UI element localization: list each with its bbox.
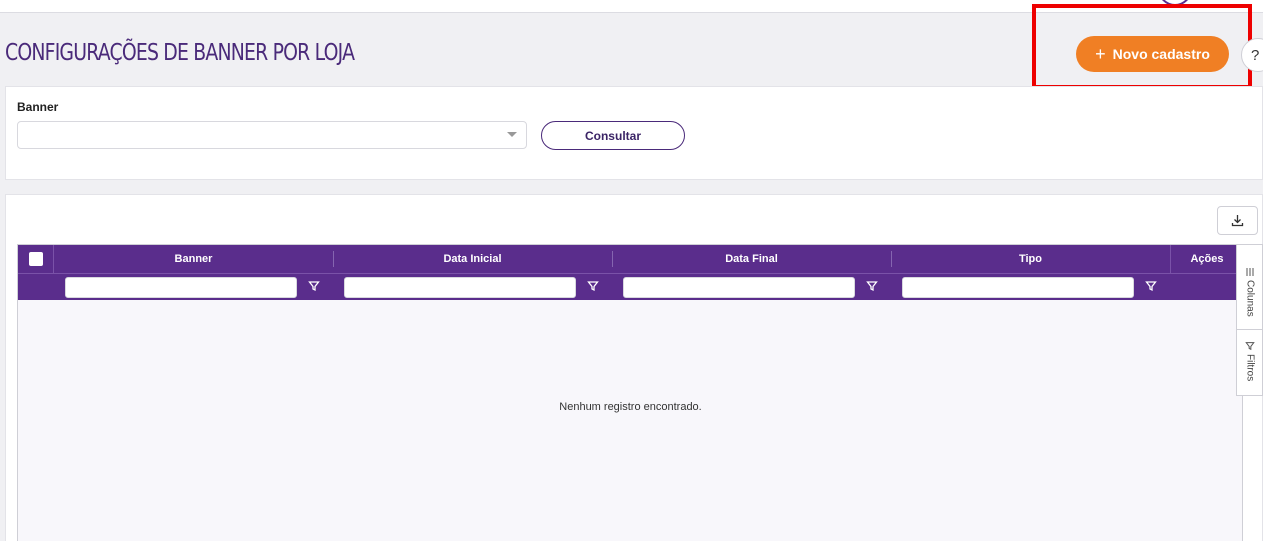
- download-button[interactable]: [1217, 206, 1258, 235]
- filters-tab-label: Filtros: [1244, 354, 1256, 382]
- data-inicial-column-filter-input[interactable]: [344, 277, 576, 298]
- column-header-acoes: Ações: [1190, 253, 1224, 265]
- download-icon: [1231, 215, 1244, 227]
- tipo-column-filter-input[interactable]: [902, 277, 1134, 298]
- columns-tab-label: Colunas: [1244, 280, 1256, 317]
- consult-button[interactable]: Consultar: [541, 121, 685, 150]
- grid-header-row: Banner Data Inicial Data Final Tipo Açõe…: [18, 245, 1243, 300]
- plus-icon: +: [1095, 44, 1106, 64]
- grid-filter-row: [18, 273, 1243, 300]
- data-final-column-filter-input[interactable]: [623, 277, 855, 298]
- new-record-button[interactable]: + Novo cadastro: [1076, 36, 1229, 72]
- help-icon: ?: [1251, 46, 1260, 64]
- select-all-checkbox[interactable]: [29, 252, 43, 266]
- filter-panel: Banner Consultar: [5, 86, 1263, 180]
- empty-message: Nenhum registro encontrado.: [559, 401, 702, 413]
- page-title: CONFIGURAÇÕES DE BANNER POR LOJA: [5, 40, 355, 66]
- columns-icon: [1246, 268, 1254, 276]
- grid-panel: Banner Data Inicial Data Final Tipo Açõe…: [5, 194, 1263, 541]
- column-header-data-final[interactable]: Data Final: [612, 245, 891, 273]
- new-record-label: Novo cadastro: [1112, 46, 1210, 62]
- side-tool-panel: Colunas Filtros: [1236, 244, 1263, 396]
- filter-icon[interactable]: [1145, 280, 1157, 292]
- banner-column-filter-input[interactable]: [65, 277, 297, 298]
- filter-icon: [1245, 342, 1255, 351]
- banner-filter-label: Banner: [17, 100, 59, 114]
- columns-tab[interactable]: Colunas: [1237, 267, 1263, 317]
- column-header-data-inicial[interactable]: Data Inicial: [333, 245, 612, 273]
- filters-tab[interactable]: Filtros: [1237, 341, 1263, 381]
- filter-icon[interactable]: [308, 280, 320, 292]
- column-header-banner[interactable]: Banner: [54, 245, 333, 273]
- chevron-down-icon: [507, 132, 517, 137]
- filter-icon[interactable]: [587, 280, 599, 292]
- side-tab-divider: [1237, 329, 1263, 330]
- data-grid: Banner Data Inicial Data Final Tipo Açõe…: [17, 244, 1243, 541]
- banner-select[interactable]: [17, 121, 527, 149]
- filter-icon[interactable]: [866, 280, 878, 292]
- column-header-tipo[interactable]: Tipo: [891, 245, 1170, 273]
